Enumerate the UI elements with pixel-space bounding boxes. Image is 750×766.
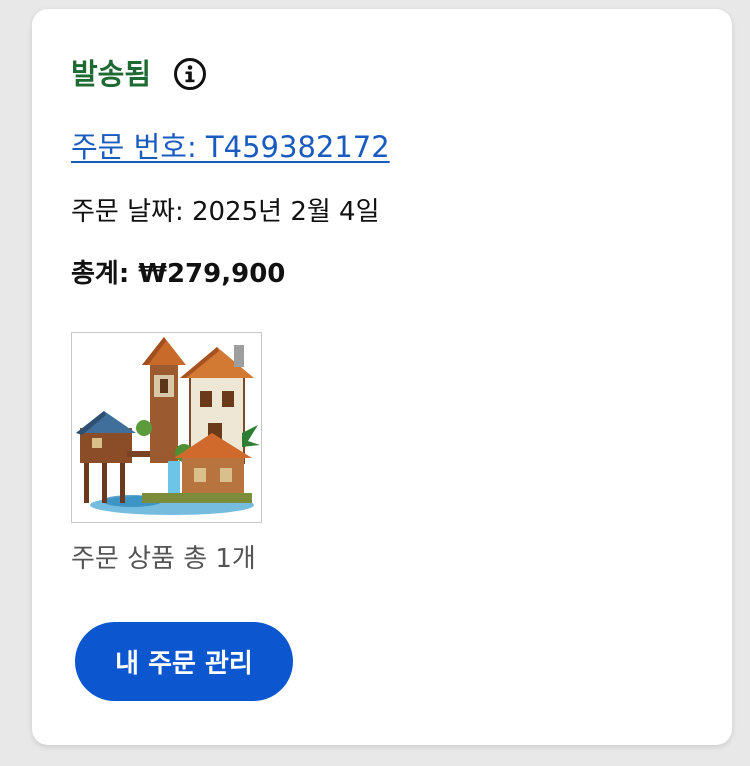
order-card: 발송됨 주문 번호: T459382172 주문 날짜: 2025년 2월 4일… [32,9,732,745]
info-icon[interactable] [173,57,207,91]
order-status: 발송됨 [71,57,152,91]
order-number-link[interactable]: 주문 번호: T459382172 [71,129,390,165]
manage-orders-button[interactable]: 내 주문 관리 [75,622,293,701]
status-row: 발송됨 [71,56,207,92]
order-date: 주문 날짜: 2025년 2월 4일 [71,197,380,227]
product-thumbnail[interactable] [71,332,262,523]
order-total: 총계: ₩279,900 [71,259,286,289]
product-thumbnail-image [76,337,260,515]
item-count: 주문 상품 총 1개 [71,544,256,574]
